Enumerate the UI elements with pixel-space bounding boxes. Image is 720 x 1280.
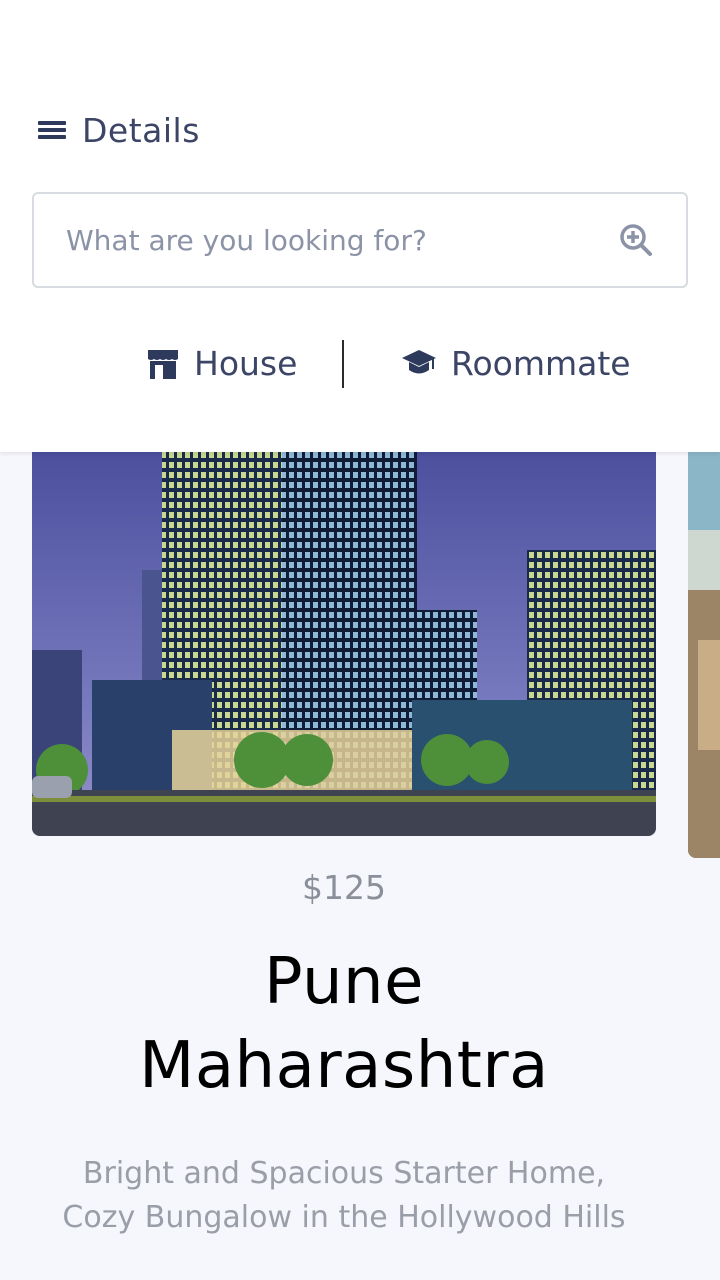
category-tabs: House Roommate xyxy=(0,334,720,392)
tab-roommate[interactable]: Roommate xyxy=(401,334,631,392)
search-bar[interactable] xyxy=(32,192,688,288)
top-app-bar: Details House Roommate xyxy=(0,0,720,452)
listing-description: Bright and Spacious Starter Home, Cozy B… xyxy=(62,1156,626,1235)
graduation-cap-icon xyxy=(402,350,436,374)
listing-price: $125 xyxy=(302,868,386,907)
tab-roommate-label: Roommate xyxy=(451,343,631,383)
next-listing-photo[interactable] xyxy=(688,440,720,858)
tab-house[interactable]: House xyxy=(146,334,297,392)
listing-title-line2: Maharashtra xyxy=(139,1029,549,1103)
zoom-in-search-icon[interactable] xyxy=(618,222,654,258)
tab-divider xyxy=(342,340,344,388)
hamburger-menu-icon[interactable] xyxy=(38,119,66,141)
tab-house-label: House xyxy=(194,343,298,383)
menu-title: Details xyxy=(82,110,200,150)
listing-title-line1: Pune xyxy=(264,945,424,1019)
listing-photo[interactable] xyxy=(32,440,656,836)
menu-row[interactable]: Details xyxy=(38,108,200,152)
search-input[interactable] xyxy=(66,223,618,257)
listing-title: Pune Maharashtra xyxy=(0,940,688,1108)
store-icon xyxy=(148,350,178,379)
